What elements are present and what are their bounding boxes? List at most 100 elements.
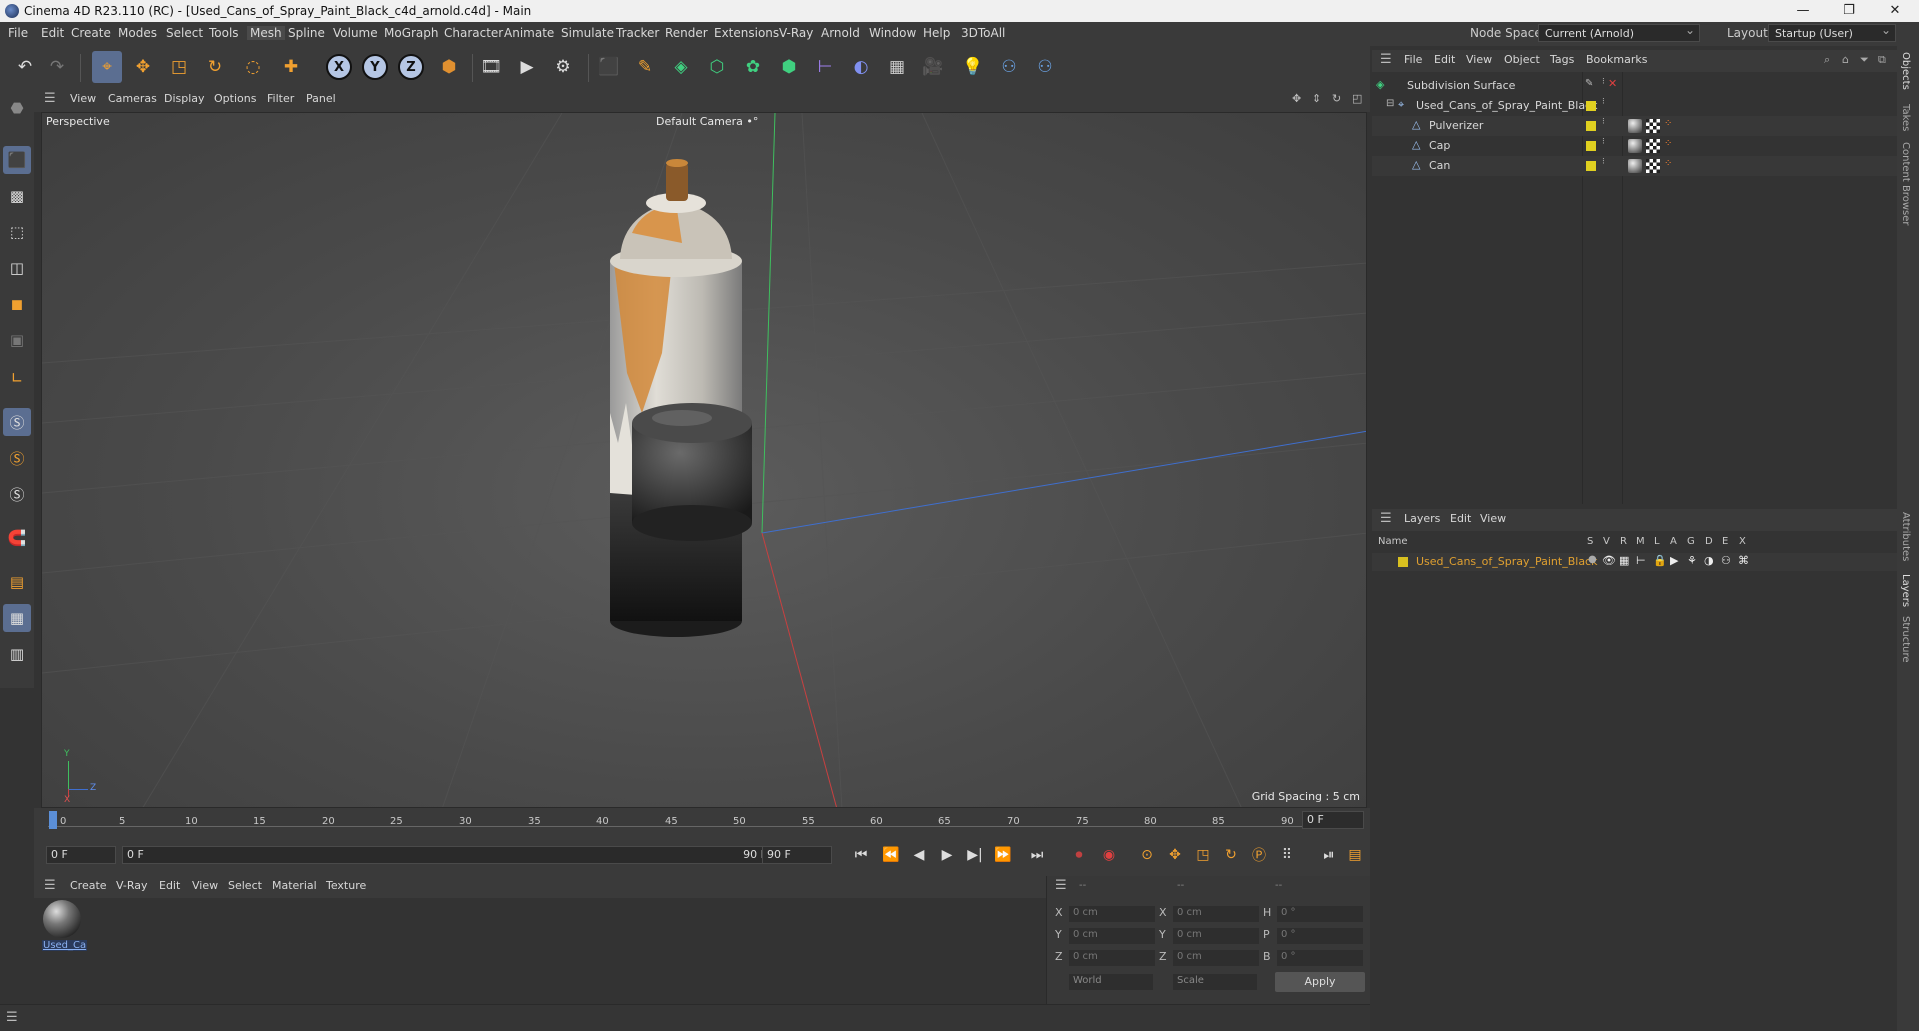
- layer-render-icon[interactable]: ▦: [1619, 554, 1629, 567]
- move-tool-icon[interactable]: ✥: [128, 51, 158, 83]
- size-x-field[interactable]: 0 cm: [1173, 906, 1259, 922]
- object-menu-edit[interactable]: Edit: [1434, 53, 1455, 66]
- node-space-dropdown[interactable]: Current (Arnold): [1538, 23, 1700, 42]
- arnold-tag-icon[interactable]: ⁘: [1664, 138, 1672, 149]
- next-frame-icon[interactable]: ▶|: [964, 844, 986, 866]
- material-tag-icon[interactable]: [1628, 119, 1642, 133]
- layer-deformers-icon[interactable]: ◑: [1704, 554, 1714, 567]
- mograph-icon[interactable]: ⬢: [774, 51, 804, 83]
- rotate-tool-icon[interactable]: ↻: [200, 51, 230, 83]
- viewport-menu-display[interactable]: Display: [164, 92, 205, 105]
- add-object-tool-icon[interactable]: ✚: [276, 51, 306, 83]
- filter-icon[interactable]: ⏷: [1860, 53, 1869, 67]
- z-axis-lock-button[interactable]: Z: [396, 51, 426, 83]
- texture-mode-icon[interactable]: ▩: [3, 182, 31, 210]
- cube-icon[interactable]: ⬛: [594, 51, 624, 83]
- axis-mode-icon[interactable]: ∟: [3, 364, 31, 392]
- object-menu-object[interactable]: Object: [1504, 53, 1540, 66]
- snap-icon[interactable]: Ⓢ: [3, 408, 31, 436]
- x-axis-lock-button[interactable]: X: [324, 51, 354, 83]
- uv-mode-icon[interactable]: ▣: [3, 326, 31, 354]
- material-menu-material[interactable]: Material: [272, 879, 317, 892]
- search-icon[interactable]: ⌕: [1824, 53, 1830, 67]
- layer-menu-view[interactable]: View: [1480, 512, 1506, 525]
- locked-workplane-icon[interactable]: ▥: [3, 640, 31, 668]
- menu-mograph[interactable]: MoGraph: [384, 26, 439, 40]
- key-param-icon[interactable]: Ⓟ: [1248, 844, 1270, 866]
- tab-layers[interactable]: Layers: [1900, 574, 1911, 607]
- object-row-pulverizer[interactable]: △ Pulverizer ⁝ ⁘: [1372, 116, 1897, 136]
- viewport-menu-view[interactable]: View: [70, 92, 96, 105]
- layer-manager-icon[interactable]: ⊢: [1636, 554, 1646, 567]
- timeline-ruler[interactable]: 0 5 10 15 20 25 30 35 40 45 50 55 60 65 …: [34, 808, 1370, 832]
- motion-mode-icon[interactable]: ⏯: [1318, 844, 1340, 866]
- layer-row[interactable]: Used_Cans_of_Spray_Paint_Black ● 👁 ▦ ⊢ 🔒…: [1372, 553, 1897, 571]
- render-region-icon[interactable]: 🎞: [476, 51, 506, 83]
- object-menu-view[interactable]: View: [1466, 53, 1492, 66]
- object-menu-file[interactable]: File: [1404, 53, 1422, 66]
- menu-file[interactable]: File: [8, 26, 28, 40]
- viewport-menu-panel[interactable]: Panel: [306, 92, 336, 105]
- menu-vray[interactable]: V-Ray: [779, 26, 813, 40]
- undo-icon[interactable]: ↶: [10, 51, 40, 83]
- viewport-menu-options[interactable]: Options: [214, 92, 256, 105]
- timeline-window-icon[interactable]: ▤: [1344, 844, 1366, 866]
- menu-tracker[interactable]: Tracker: [616, 26, 659, 40]
- goto-end-icon[interactable]: ⏭: [1026, 844, 1048, 866]
- key-position-icon[interactable]: ✥: [1164, 844, 1186, 866]
- menu-edit[interactable]: Edit: [41, 26, 64, 40]
- zoom-view-icon[interactable]: ⇕: [1312, 92, 1321, 105]
- render-view-icon[interactable]: ▶: [512, 51, 542, 83]
- material-menu-vray[interactable]: V-Ray: [116, 879, 148, 892]
- coordinates-menu-icon[interactable]: ☰: [1055, 878, 1067, 893]
- maximize-view-icon[interactable]: ◰: [1352, 92, 1362, 105]
- object-menu-tags[interactable]: Tags: [1550, 53, 1574, 66]
- material-tag-icon[interactable]: [1628, 159, 1642, 173]
- 3d-viewport[interactable]: Perspective Default Camera •° Grid Spaci…: [41, 112, 1367, 808]
- layer-solo-icon[interactable]: ●: [1588, 554, 1597, 565]
- scale-tool-icon[interactable]: ◳: [164, 51, 194, 83]
- object-row-can[interactable]: △ Can ⁝ ⁘: [1372, 156, 1897, 176]
- rotate-view-icon[interactable]: ↻: [1332, 92, 1341, 105]
- prev-key-icon[interactable]: ⏪: [880, 844, 902, 866]
- material-tag-icon[interactable]: [1628, 139, 1642, 153]
- material-menu-select[interactable]: Select: [228, 879, 262, 892]
- home-icon[interactable]: ⌂: [1842, 53, 1849, 66]
- uvw-tag-icon[interactable]: [1646, 159, 1660, 173]
- menu-mesh[interactable]: Mesh: [247, 26, 285, 40]
- material-swatch[interactable]: Used_Ca: [42, 900, 88, 958]
- menu-tools[interactable]: Tools: [209, 26, 239, 40]
- minimize-button[interactable]: —: [1780, 1, 1826, 21]
- disabled-x-icon[interactable]: ✕: [1608, 77, 1617, 90]
- floor-icon[interactable]: ▦: [882, 51, 912, 83]
- pen-spline-icon[interactable]: ✎: [630, 51, 660, 83]
- menu-arnold[interactable]: Arnold: [821, 26, 860, 40]
- tab-content-browser[interactable]: Content Browser: [1900, 142, 1911, 225]
- coordinate-mode-dropdown[interactable]: World: [1069, 974, 1153, 990]
- render-settings-icon[interactable]: ⚙: [548, 51, 578, 83]
- menu-spline[interactable]: Spline: [288, 26, 325, 40]
- material-menu-create[interactable]: Create: [70, 879, 107, 892]
- object-menu-bookmarks[interactable]: Bookmarks: [1586, 53, 1647, 66]
- layout-dropdown[interactable]: Startup (User): [1768, 23, 1896, 42]
- menu-animate[interactable]: Animate: [504, 26, 554, 40]
- coordinate-system-icon[interactable]: ⬢: [434, 51, 464, 83]
- timeline-playhead[interactable]: [49, 811, 57, 829]
- end-frame-field[interactable]: 90 F: [762, 846, 832, 864]
- select-tool-icon[interactable]: ⌖: [92, 51, 122, 83]
- deformer-icon[interactable]: ⊢: [810, 51, 840, 83]
- menu-simulate[interactable]: Simulate: [561, 26, 614, 40]
- layer-expressions-icon[interactable]: ⚇: [1721, 554, 1731, 567]
- key-rotation-icon[interactable]: ↻: [1220, 844, 1242, 866]
- play-icon[interactable]: ▶: [936, 844, 958, 866]
- uvw-tag-icon[interactable]: [1646, 119, 1660, 133]
- apply-button[interactable]: Apply: [1275, 972, 1365, 992]
- tab-attributes[interactable]: Attributes: [1900, 512, 1911, 561]
- material-menu-icon[interactable]: ☰: [44, 878, 56, 893]
- layer-color-tag[interactable]: [1586, 121, 1596, 131]
- tab-objects[interactable]: Objects: [1900, 52, 1911, 90]
- rot-b-field[interactable]: 0 °: [1277, 950, 1363, 966]
- goto-start-icon[interactable]: ⏮: [850, 844, 872, 866]
- workplane-icon[interactable]: ▤: [3, 568, 31, 596]
- pos-z-field[interactable]: 0 cm: [1069, 950, 1155, 966]
